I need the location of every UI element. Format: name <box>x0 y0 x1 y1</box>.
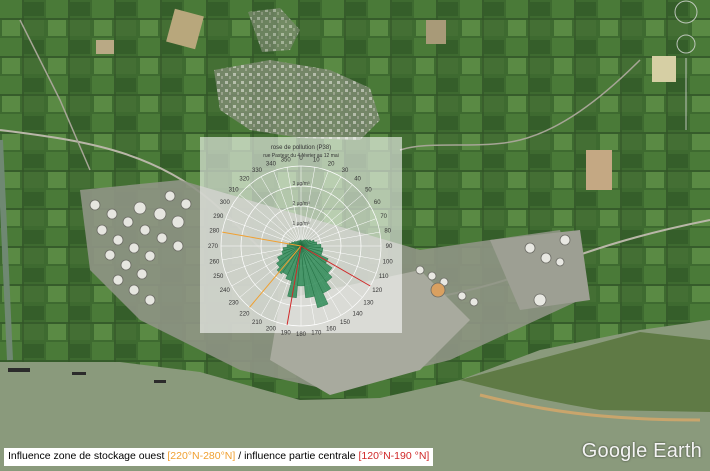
caption-sector-west: [220°N-280°N] <box>167 450 236 462</box>
direction-label: 250 <box>213 274 224 280</box>
direction-label: 260 <box>209 259 220 265</box>
radial-label: 3 µg/m³ <box>292 181 309 187</box>
direction-label: 140 <box>353 311 364 317</box>
direction-label: 180 <box>296 332 307 338</box>
satellite-map[interactable]: rose de pollution (P38) rue Pasteur du 4… <box>0 0 710 471</box>
direction-label: 40 <box>354 177 361 183</box>
direction-label: 320 <box>239 177 250 183</box>
direction-label: 340 <box>266 161 277 167</box>
direction-label: 270 <box>208 244 219 250</box>
caption-middle: / influence partie centrale <box>235 450 359 462</box>
field-patch <box>96 40 114 54</box>
direction-label: 230 <box>229 301 240 307</box>
direction-label: 290 <box>213 214 224 220</box>
direction-label: 220 <box>239 311 250 317</box>
direction-label: 160 <box>326 327 337 333</box>
direction-label: 350 <box>281 157 292 163</box>
direction-label: 100 <box>383 259 394 265</box>
field-patch <box>586 150 612 190</box>
direction-label: 90 <box>386 244 393 250</box>
direction-label: 80 <box>384 229 391 235</box>
direction-label: 310 <box>229 187 240 193</box>
pollution-rose: rose de pollution (P38) rue Pasteur du 4… <box>200 137 402 338</box>
radial-label: 1 µg/m³ <box>292 221 309 227</box>
caption-sector-central: [120°N-190 °N] <box>358 450 430 462</box>
radial-label: 2 µg/m³ <box>292 201 309 207</box>
direction-label: 60 <box>374 200 381 206</box>
direction-label: 110 <box>379 274 389 280</box>
direction-label: 240 <box>220 288 231 294</box>
direction-label: 10 <box>313 157 320 163</box>
google-earth-logo: Google Earth <box>581 440 702 462</box>
rose-title: rose de pollution (P38) <box>271 145 331 151</box>
direction-label: 330 <box>252 168 263 174</box>
direction-label: 30 <box>342 168 349 174</box>
direction-label: 170 <box>311 331 322 337</box>
field-patch <box>426 20 446 44</box>
field-patch <box>652 56 676 82</box>
direction-label: 20 <box>328 161 335 167</box>
direction-label: 210 <box>252 320 263 326</box>
legend-caption: Influence zone de stockage ouest [220°N-… <box>4 448 434 466</box>
direction-label: 200 <box>266 327 277 333</box>
direction-label: 300 <box>220 200 231 206</box>
direction-label: 280 <box>209 229 220 235</box>
direction-label: 120 <box>372 288 383 294</box>
direction-label: 150 <box>340 320 351 326</box>
direction-label: 50 <box>365 187 372 193</box>
direction-label: 70 <box>380 214 387 220</box>
direction-label: 130 <box>363 301 374 307</box>
caption-prefix: Influence zone de stockage ouest <box>8 450 168 462</box>
direction-label: 190 <box>281 331 292 337</box>
